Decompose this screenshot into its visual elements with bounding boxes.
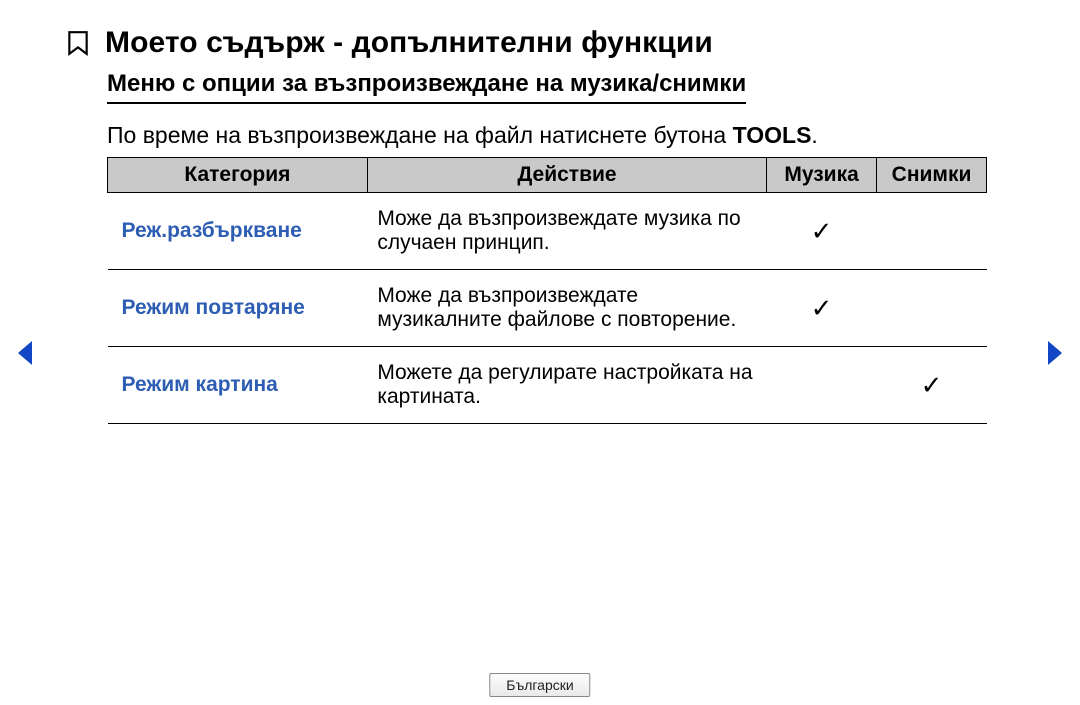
table-header-row: Категория Действие Музика Снимки xyxy=(108,158,987,193)
page-title: Моето съдърж - допълнителни функции xyxy=(105,26,713,60)
intro-bold: TOOLS xyxy=(733,122,812,148)
intro-post: . xyxy=(811,122,817,148)
bookmark-icon xyxy=(65,30,91,56)
header-action: Действие xyxy=(367,158,766,193)
cell-category: Режим картина xyxy=(108,347,368,424)
section-subtitle: Меню с опции за възпроизвеждане на музик… xyxy=(107,70,746,104)
cell-photos xyxy=(877,270,987,347)
table-row: Реж.разбъркване Може да възпроизвеждате … xyxy=(108,193,987,270)
cell-action: Можете да регулирате настройката на карт… xyxy=(367,347,766,424)
cell-action: Може да възпроизвеждате музикалните файл… xyxy=(367,270,766,347)
table-row: Режим повтаряне Може да възпроизвеждате … xyxy=(108,270,987,347)
check-icon: ✓ xyxy=(811,216,833,246)
cell-category: Режим повтаряне xyxy=(108,270,368,347)
cell-action: Може да възпроизвеждате музика по случае… xyxy=(367,193,766,270)
header-music: Музика xyxy=(767,158,877,193)
cell-music xyxy=(767,347,877,424)
header-category: Категория xyxy=(108,158,368,193)
cell-photos: ✓ xyxy=(877,347,987,424)
check-icon: ✓ xyxy=(811,293,833,323)
cell-music: ✓ xyxy=(767,193,877,270)
next-page-button[interactable] xyxy=(1044,340,1064,366)
intro-pre: По време на възпроизвеждане на файл нати… xyxy=(107,122,733,148)
table-row: Режим картина Можете да регулирате настр… xyxy=(108,347,987,424)
cell-music: ✓ xyxy=(767,270,877,347)
title-row: Моето съдърж - допълнителни функции xyxy=(65,26,1025,60)
check-icon: ✓ xyxy=(921,370,943,400)
header-photos: Снимки xyxy=(877,158,987,193)
cell-photos xyxy=(877,193,987,270)
manual-page: Моето съдърж - допълнителни функции Меню… xyxy=(0,0,1080,705)
cell-category: Реж.разбъркване xyxy=(108,193,368,270)
prev-page-button[interactable] xyxy=(16,340,36,366)
options-table-wrap: Категория Действие Музика Снимки Реж.раз… xyxy=(107,157,987,424)
language-badge: Български xyxy=(489,673,590,697)
options-table: Категория Действие Музика Снимки Реж.раз… xyxy=(107,157,987,424)
intro-text: По време на възпроизвеждане на файл нати… xyxy=(107,122,1025,149)
